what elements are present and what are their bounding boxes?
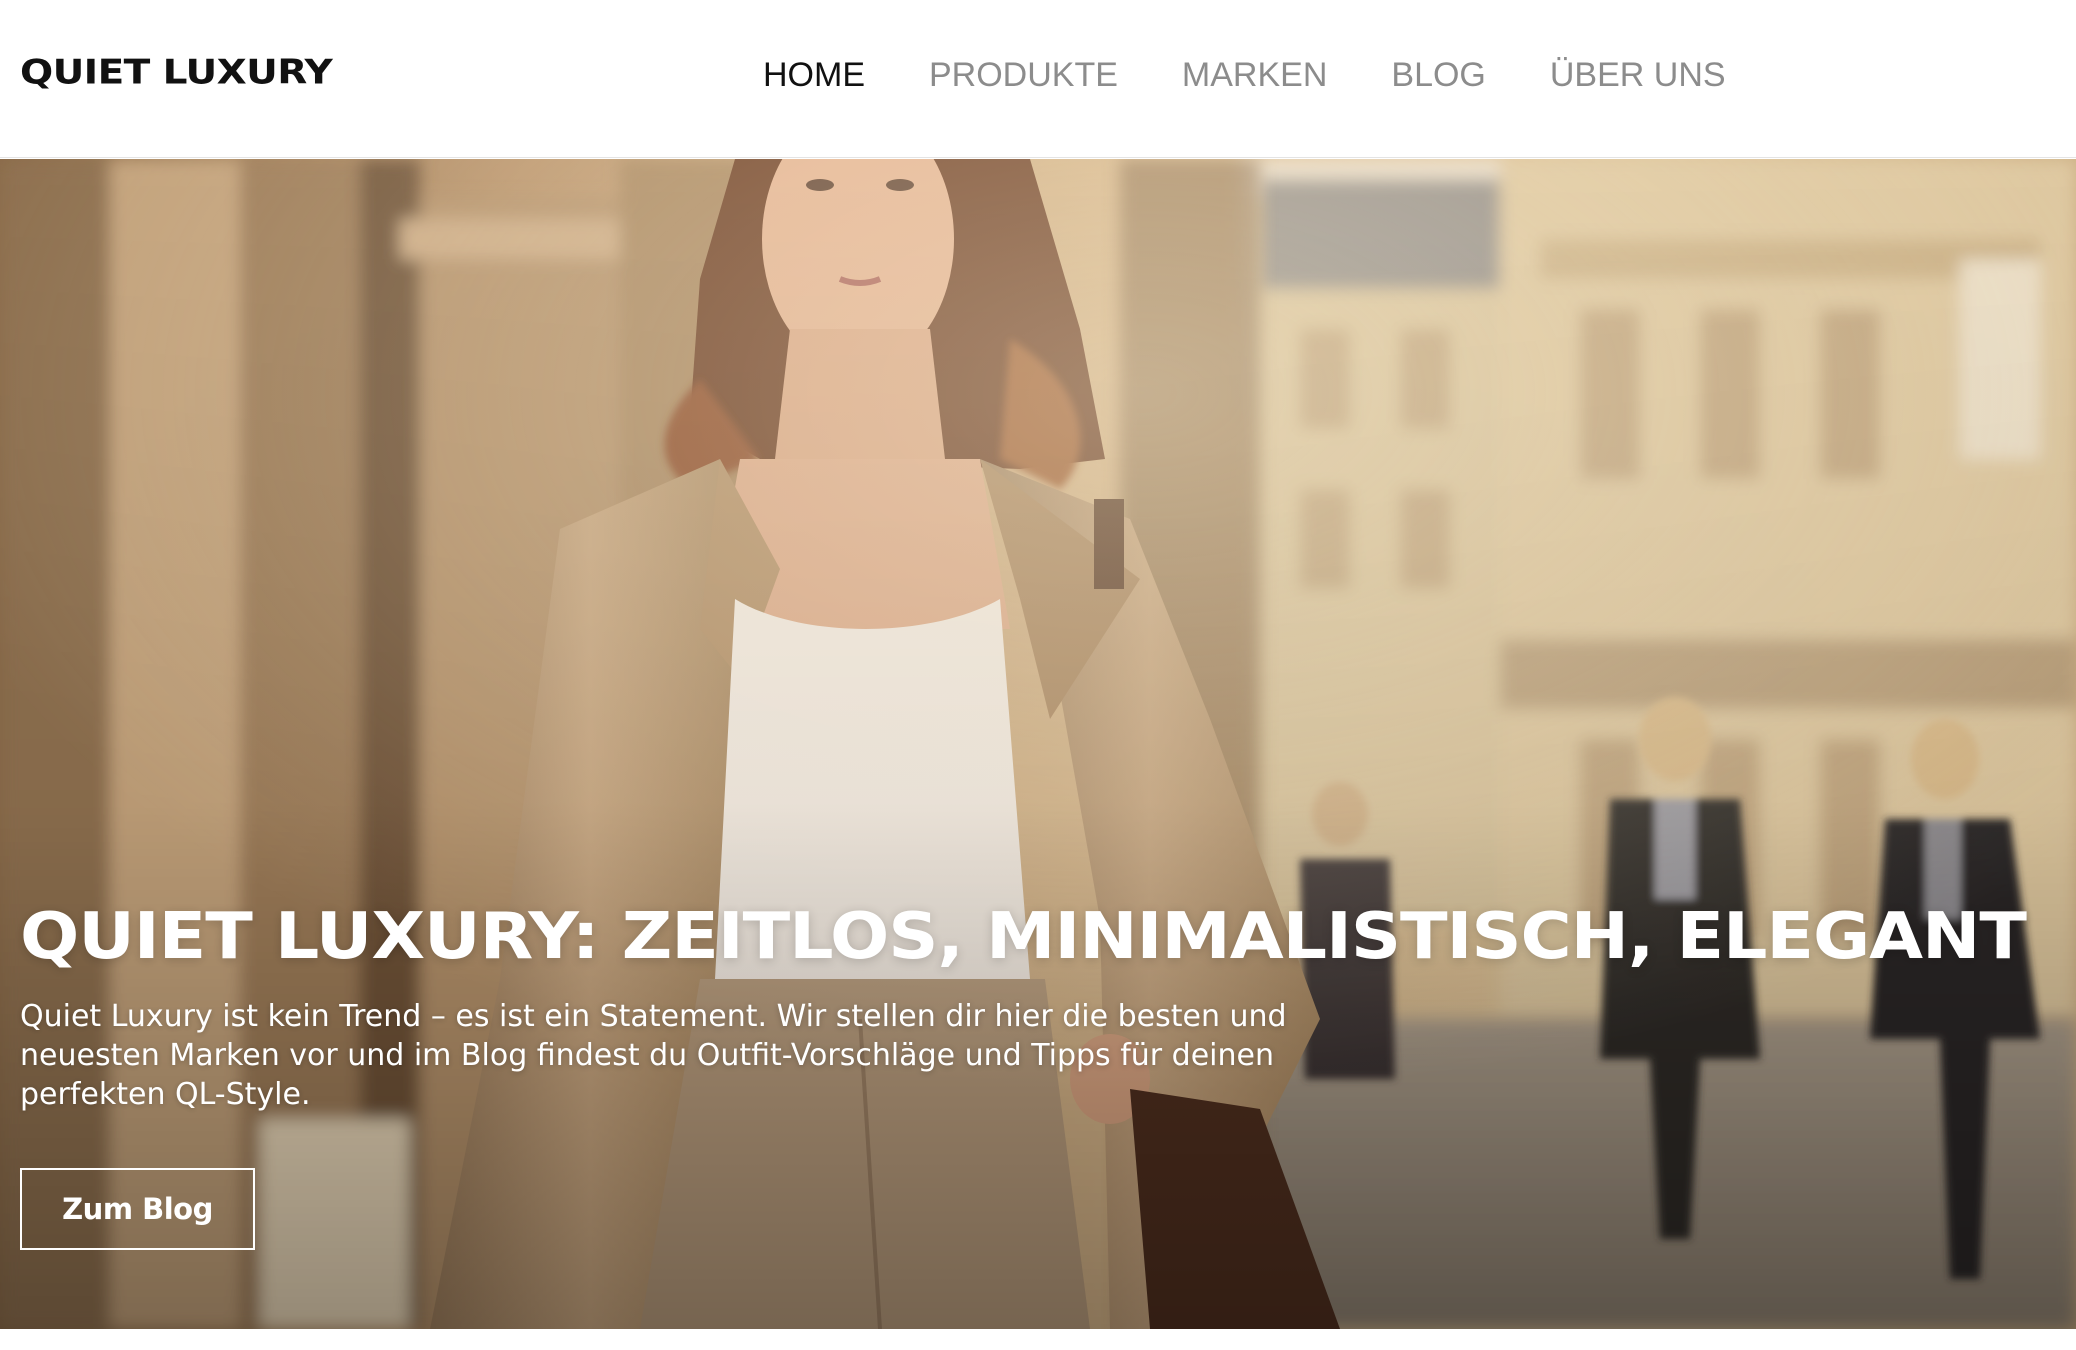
hero-title: QUIET LUXURY: ZEITLOS, MINIMALISTISCH, E…	[20, 900, 2027, 974]
site-header: QUIET LUXURY HOME PRODUKTE MARKEN BLOG Ü…	[0, 0, 2076, 158]
hero-description: Quiet Luxury ist kein Trend – es ist ein…	[20, 999, 1287, 1112]
page-bottom-strip	[0, 1329, 2076, 1350]
zum-blog-button[interactable]: Zum Blog	[20, 1168, 255, 1250]
main-nav: HOME PRODUKTE MARKEN BLOG ÜBER UNS	[763, 56, 1726, 95]
nav-item-marken[interactable]: MARKEN	[1182, 56, 1327, 95]
hero-image	[0, 159, 2076, 1329]
nav-item-home[interactable]: HOME	[763, 56, 865, 95]
site-logo[interactable]: QUIET LUXURY	[20, 52, 333, 92]
nav-item-ueber-uns[interactable]: ÜBER UNS	[1550, 56, 1726, 95]
nav-item-produkte[interactable]: PRODUKTE	[929, 56, 1118, 95]
hero-section: QUIET LUXURY: ZEITLOS, MINIMALISTISCH, E…	[0, 159, 2076, 1329]
nav-item-blog[interactable]: BLOG	[1391, 56, 1485, 95]
